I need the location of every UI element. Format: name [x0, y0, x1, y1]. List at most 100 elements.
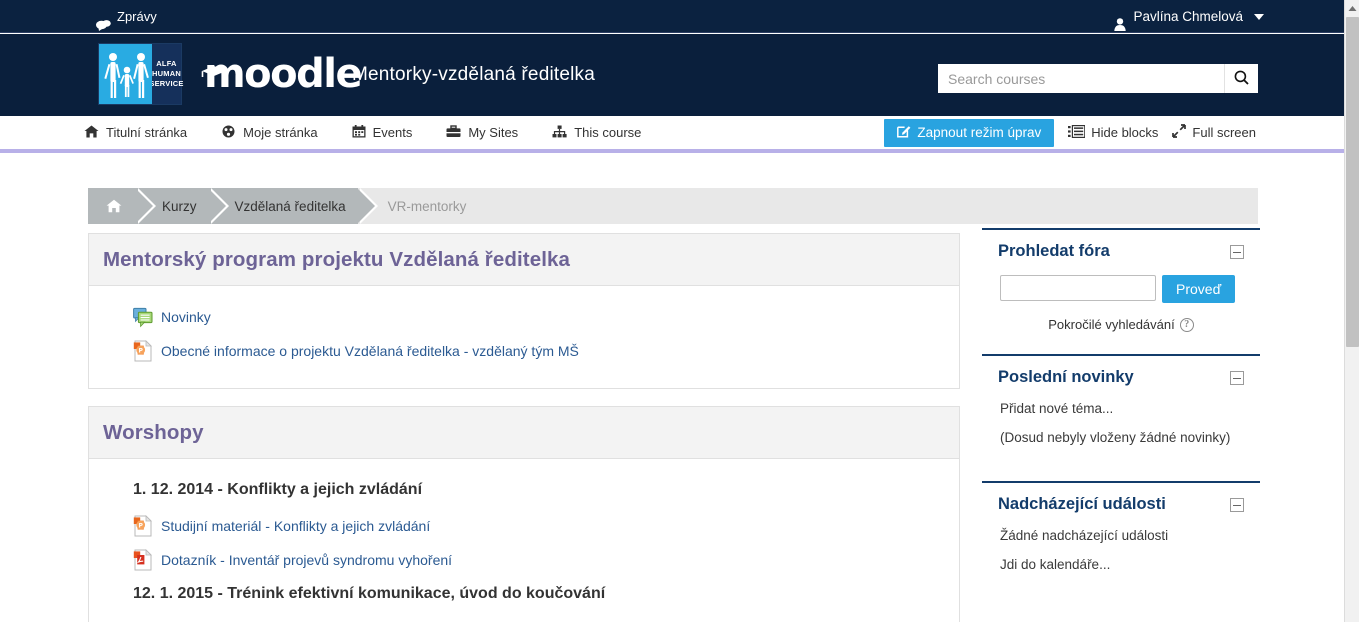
section-label-date-1: 1. 12. 2014 - Konflikty a jejich zvládán…	[133, 481, 423, 498]
svg-text:P: P	[138, 347, 143, 354]
block-body: Žádné nadcházející události Jdi do kalen…	[984, 528, 1258, 572]
advanced-search-link[interactable]: Pokročilé vyhledávání	[1048, 317, 1174, 332]
svg-text:P: P	[138, 522, 143, 529]
dashboard-icon	[221, 125, 236, 141]
breadcrumb-home[interactable]	[88, 188, 156, 224]
breadcrumb: Kurzy Vzdělaná ředitelka VR-mentorky	[88, 188, 1258, 224]
activity-label[interactable]: Novinky	[161, 309, 211, 325]
go-to-calendar-link[interactable]: Jdi do kalendáře...	[1000, 557, 1242, 572]
search-icon	[1234, 70, 1249, 88]
moodle-wordmark: moodle	[201, 54, 363, 94]
main-navigation: Titulní stránka Moje stránka Events My S…	[0, 116, 1344, 153]
nav-item-events[interactable]: Events	[348, 116, 417, 149]
breadcrumb-label: Vzdělaná ředitelka	[234, 198, 346, 214]
activity-item-obecne-informace[interactable]: P Obecné informace o projektu Vzdělaná ř…	[103, 334, 945, 368]
full-screen-link[interactable]: Full screen	[1172, 124, 1256, 141]
help-icon[interactable]: ?	[1179, 317, 1194, 332]
breadcrumb-label: Kurzy	[162, 198, 197, 214]
activity-label[interactable]: Dotazník - Inventář projevů syndromu vyh…	[161, 552, 452, 568]
chevron-down-icon	[1254, 14, 1264, 20]
course-section-worshopy: Worshopy 1. 12. 2014 - Konflikty a jejic…	[88, 406, 960, 622]
block-header: Poslední novinky	[984, 368, 1258, 387]
nav-item-label: Titulní stránka	[106, 125, 188, 140]
top-utility-bar: Zprávy Pavlína Chmelová	[0, 0, 1344, 33]
search-input[interactable]	[938, 64, 1224, 93]
add-new-topic-link[interactable]: Přidat nové téma...	[1000, 401, 1242, 416]
site-logo[interactable]: ALFA HUMAN SERVICE moodle	[98, 43, 363, 105]
columns-icon	[1068, 124, 1086, 141]
nav-item-moje-stranka[interactable]: Moje stránka	[217, 116, 321, 149]
activity-item-studijni-material[interactable]: P Studijní materiál - Konflikty a jejich…	[103, 509, 945, 543]
block-title: Nadcházející události	[998, 495, 1166, 513]
moodle-course-page: Zprávy Pavlína Chmelová ALFA HUMAN SERVI…	[0, 0, 1359, 622]
activity-label[interactable]: Obecné informace o projektu Vzdělaná řed…	[161, 343, 579, 359]
course-content: Mentorský program projektu Vzdělaná ředi…	[88, 233, 960, 622]
nav-item-titulni-stranka[interactable]: Titulní stránka	[80, 116, 191, 149]
breadcrumb-item-vzdelana-reditelka[interactable]: Vzdělaná ředitelka	[208, 188, 378, 224]
nav-item-label: Events	[372, 125, 413, 140]
site-header: ALFA HUMAN SERVICE moodle Mentorky-vzděl…	[0, 34, 1344, 116]
breadcrumb-label: VR-mentorky	[387, 198, 467, 214]
section-title: Mentorský program projektu Vzdělaná ředi…	[103, 248, 571, 271]
alfa-human-service-logo-icon: ALFA HUMAN SERVICE	[98, 43, 183, 105]
section-body: Novinky P Obecné informace o projektu Vz…	[89, 286, 959, 388]
block-header: Nadcházející události	[984, 495, 1258, 514]
minimize-icon[interactable]	[1230, 370, 1244, 385]
pdf-icon	[133, 549, 153, 571]
forum-search-row: Proveď	[1000, 275, 1242, 303]
edit-button-label: Zapnout režim úprav	[917, 125, 1042, 140]
no-news-message: (Dosud nebyly vloženy žádné novinky)	[1000, 430, 1231, 445]
nav-item-my-sites[interactable]: My Sites	[442, 116, 522, 149]
minimize-icon[interactable]	[1230, 497, 1244, 512]
home-icon	[106, 199, 122, 213]
nav-item-this-course[interactable]: This course	[548, 116, 645, 149]
logo-text-line-1: ALFA	[156, 58, 177, 68]
minimize-icon[interactable]	[1230, 244, 1244, 259]
section-title: Worshopy	[103, 421, 204, 444]
nav-item-label: My Sites	[468, 125, 519, 140]
logo-text-line-2: HUMAN	[152, 68, 181, 78]
powerpoint-icon: P	[133, 340, 153, 362]
section-body: 1. 12. 2014 - Konflikty a jejich zvládán…	[89, 459, 959, 622]
scroll-up-arrow-icon[interactable]	[1345, 0, 1359, 16]
nav-item-label: This course	[574, 125, 642, 140]
turn-editing-on-button[interactable]: Zapnout režim úprav	[884, 118, 1055, 147]
messages-label: Zprávy	[117, 9, 157, 24]
block-title: Prohledat fóra	[998, 242, 1110, 260]
activity-label[interactable]: Studijní materiál - Konflikty a jejich z…	[161, 518, 430, 534]
site-title: Mentorky-vzdělaná ředitelka	[352, 64, 596, 85]
block-search-forums: Prohledat fóra Proveď Pokročilé vyhledáv…	[982, 228, 1260, 348]
block-header: Prohledat fóra	[984, 242, 1258, 261]
calendar-icon	[352, 124, 366, 141]
section-header: Worshopy	[89, 407, 959, 459]
block-body: Proveď Pokročilé vyhledávání ?	[984, 275, 1258, 332]
forum-search-input[interactable]	[1000, 275, 1156, 301]
nav-items: Titulní stránka Moje stránka Events My S…	[80, 116, 645, 149]
chat-bubble-icon	[96, 11, 111, 31]
vertical-scrollbar[interactable]	[1344, 0, 1359, 622]
user-menu[interactable]: Pavlína Chmelová	[1114, 0, 1264, 33]
expand-arrows-icon	[1172, 124, 1187, 141]
forum-icon	[133, 306, 153, 328]
person-icon	[1114, 10, 1127, 31]
hide-blocks-label: Hide blocks	[1091, 125, 1159, 140]
graduation-cap-icon	[201, 45, 227, 77]
course-search-box	[938, 64, 1258, 93]
pencil-icon	[897, 124, 911, 141]
messages-link[interactable]: Zprávy	[96, 0, 157, 33]
search-submit-button[interactable]	[1224, 64, 1258, 93]
activity-item-novinky[interactable]: Novinky	[103, 300, 945, 334]
user-name: Pavlína Chmelová	[1133, 9, 1243, 24]
full-screen-label: Full screen	[1192, 125, 1256, 140]
section-label-date-2: 12. 1. 2015 - Trénink efektivní komunika…	[133, 585, 606, 602]
section-header: Mentorský program projektu Vzdělaná ředi…	[89, 234, 959, 286]
hide-blocks-link[interactable]: Hide blocks	[1068, 124, 1159, 141]
course-section-mentorsky-program: Mentorský program projektu Vzdělaná ředi…	[88, 233, 960, 389]
home-icon	[84, 125, 99, 141]
activity-item-dotaznik[interactable]: Dotazník - Inventář projevů syndromu vyh…	[103, 543, 945, 577]
block-upcoming-events: Nadcházející události Žádné nadcházející…	[982, 481, 1260, 602]
nav-item-label: Moje stránka	[243, 125, 318, 140]
powerpoint-icon: P	[133, 515, 153, 537]
forum-search-go-button[interactable]: Proveď	[1162, 275, 1236, 303]
scrollbar-thumb[interactable]	[1346, 17, 1359, 347]
